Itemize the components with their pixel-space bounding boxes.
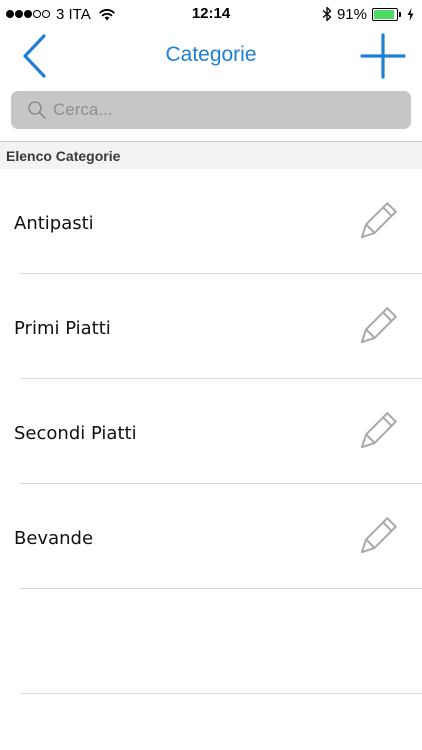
plus-icon [360,33,406,79]
category-label: Bevande [14,528,94,549]
section-header-label: Elenco Categorie [6,148,121,164]
category-label: Antipasti [14,213,94,234]
pencil-icon[interactable] [354,201,398,245]
add-category-button[interactable] [360,33,406,79]
category-label: Primi Piatti [14,318,111,339]
empty-list-row [0,589,422,694]
pencil-icon[interactable] [354,516,398,560]
page-title: Categorie [165,43,257,66]
search-input[interactable] [53,100,393,120]
search-icon [28,101,46,119]
pencil-icon[interactable] [354,411,398,455]
status-right: 91% [322,5,414,23]
list-item[interactable]: Secondi Piatti [0,379,422,484]
bluetooth-icon [322,6,332,22]
list-item[interactable]: Antipasti [0,169,422,274]
category-list: Antipasti Primi Piatti Secondi Piatti Be… [0,169,422,694]
pencil-icon[interactable] [354,306,398,350]
search-bar [0,84,422,140]
navigation-bar: Categorie [0,28,422,84]
status-bar: 3 ITA 12:14 91% [0,0,422,28]
battery-icon [372,7,402,21]
battery-percent: 91% [336,5,367,23]
list-item[interactable]: Bevande [0,484,422,589]
battery-fill [374,9,395,19]
category-label: Secondi Piatti [14,423,137,444]
list-item[interactable]: Primi Piatti [0,274,422,379]
section-header: Elenco Categorie [0,141,422,169]
charging-bolt-icon [407,7,414,21]
search-field[interactable] [11,91,411,129]
